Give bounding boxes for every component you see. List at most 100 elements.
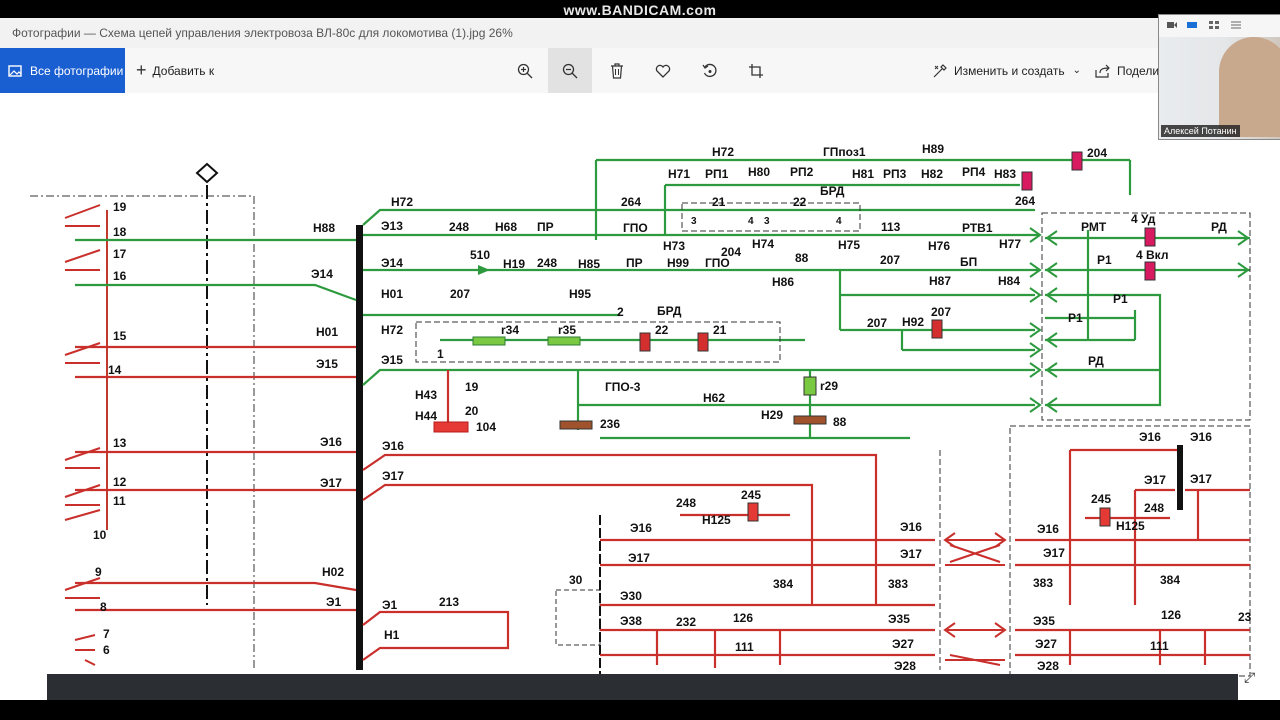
all-photos-button[interactable]: Все фотографии [0, 48, 125, 93]
svg-text:2: 2 [617, 305, 624, 319]
participant-video [1219, 37, 1280, 137]
share-icon [1095, 64, 1110, 78]
svg-text:r29: r29 [820, 379, 838, 393]
delete-icon [611, 62, 623, 79]
svg-text:248: 248 [1144, 501, 1164, 515]
edit-create-label: Изменить и создать [954, 63, 1065, 78]
svg-text:Э17: Э17 [1190, 472, 1212, 486]
svg-text:Э17: Э17 [382, 469, 404, 483]
svg-text:15: 15 [113, 329, 127, 343]
expand-icon[interactable]: ⤢ [1244, 669, 1264, 689]
svg-text:207: 207 [880, 253, 900, 267]
screen-share-icon [1187, 22, 1197, 28]
svg-text:Э27: Э27 [892, 637, 914, 651]
svg-text:Э16: Э16 [320, 435, 342, 449]
svg-text:19: 19 [465, 380, 479, 394]
toolbar: Все фотографии + Добавить к Изменить и с… [0, 48, 1280, 93]
svg-text:РД: РД [1211, 220, 1227, 234]
webcam-overlay: Алексей Потанин [1158, 14, 1280, 140]
svg-text:Н02: Н02 [322, 565, 344, 579]
favorite-button[interactable] [641, 48, 685, 93]
svg-text:ГПпоз1: ГПпоз1 [823, 145, 866, 159]
video-icon [1167, 22, 1177, 28]
svg-text:126: 126 [733, 611, 753, 625]
edit-create-button[interactable]: Изменить и создать ⌄ [932, 48, 1081, 93]
svg-text:Э16: Э16 [630, 521, 652, 535]
plus-icon: + [136, 60, 147, 80]
svg-text:30: 30 [569, 573, 583, 587]
add-to-button[interactable]: + Добавить к [136, 48, 214, 93]
svg-text:Н72: Н72 [712, 145, 734, 159]
add-to-label: Добавить к [152, 63, 215, 78]
svg-text:383: 383 [888, 577, 908, 591]
svg-text:Н82: Н82 [921, 167, 943, 181]
svg-text:Н76: Н76 [928, 239, 950, 253]
zoom-in-icon [517, 63, 533, 78]
svg-text:РП3: РП3 [883, 167, 907, 181]
svg-text:Н77: Н77 [999, 237, 1021, 251]
svg-text:Э17: Э17 [628, 551, 650, 565]
rotate-button[interactable] [688, 48, 732, 93]
svg-text:248: 248 [449, 220, 469, 234]
svg-text:20: 20 [465, 404, 479, 418]
svg-text:Н68: Н68 [495, 220, 517, 234]
svg-text:Э17: Э17 [320, 476, 342, 490]
svg-text:Э38: Э38 [620, 614, 642, 628]
window-title: Фотографии — Схема цепей управления элек… [12, 26, 513, 40]
svg-text:ГПО-3: ГПО-3 [605, 380, 641, 394]
svg-text:Н29: Н29 [761, 408, 783, 422]
crop-icon [749, 63, 763, 78]
delete-button[interactable] [595, 48, 639, 93]
svg-text:510: 510 [470, 248, 490, 262]
svg-text:232: 232 [676, 615, 696, 629]
svg-text:4: 4 [748, 216, 754, 227]
svg-text:264: 264 [1015, 194, 1035, 208]
svg-text:Н01: Н01 [316, 325, 338, 339]
svg-text:Э14: Э14 [381, 256, 403, 270]
svg-text:Н43: Н43 [415, 388, 437, 402]
svg-text:4 Уд: 4 Уд [1131, 212, 1156, 226]
svg-text:Н44: Н44 [415, 409, 437, 423]
svg-text:Н1: Н1 [384, 628, 400, 642]
svg-text:Э35: Э35 [1033, 614, 1055, 628]
grid-icon [1209, 21, 1219, 29]
svg-text:Н95: Н95 [569, 287, 591, 301]
svg-text:Э15: Э15 [381, 353, 403, 367]
edit-icon [933, 63, 947, 77]
svg-text:19: 19 [113, 200, 127, 214]
svg-text:21: 21 [712, 195, 726, 209]
svg-text:207: 207 [931, 305, 951, 319]
svg-text:3: 3 [691, 216, 697, 227]
svg-text:21: 21 [713, 323, 727, 337]
svg-text:111: 111 [1150, 639, 1169, 653]
svg-text:12: 12 [113, 475, 127, 489]
film-strip-bar [47, 674, 1238, 700]
photos-icon [8, 64, 22, 77]
window-titlebar: Фотографии — Схема цепей управления элек… [0, 18, 1280, 48]
zoom-in-button[interactable] [503, 48, 547, 93]
svg-text:207: 207 [867, 316, 887, 330]
svg-text:Э16: Э16 [900, 520, 922, 534]
svg-text:111: 111 [735, 640, 754, 654]
svg-text:Э1: Э1 [382, 598, 398, 612]
svg-text:Э1: Э1 [326, 595, 342, 609]
crop-button[interactable] [734, 48, 778, 93]
svg-text:Н80: Н80 [748, 165, 770, 179]
svg-text:Н86: Н86 [772, 275, 794, 289]
recording-watermark: www.BANDICAM.com [0, 0, 1280, 18]
photo-viewer-canvas[interactable]: 19 18 17 16 15 14 13 12 11 10 98 76 Н88 Э14 Н0… [0, 93, 1280, 700]
svg-text:Э17: Э17 [900, 547, 922, 561]
svg-text:Э30: Э30 [620, 589, 642, 603]
zoom-out-button[interactable] [548, 48, 592, 93]
svg-text:Н73: Н73 [663, 239, 685, 253]
chevron-down-icon: ⌄ [1072, 65, 1081, 76]
svg-text:16: 16 [113, 269, 127, 283]
svg-text:88: 88 [833, 415, 847, 429]
svg-text:РП2: РП2 [790, 165, 814, 179]
svg-text:248: 248 [537, 256, 557, 270]
svg-text:4 Вкл: 4 Вкл [1136, 248, 1168, 262]
share-button[interactable]: Подели [1095, 48, 1159, 93]
svg-text:Н19: Н19 [503, 257, 525, 271]
svg-text:РП1: РП1 [705, 167, 729, 181]
svg-text:Н75: Н75 [838, 238, 860, 252]
